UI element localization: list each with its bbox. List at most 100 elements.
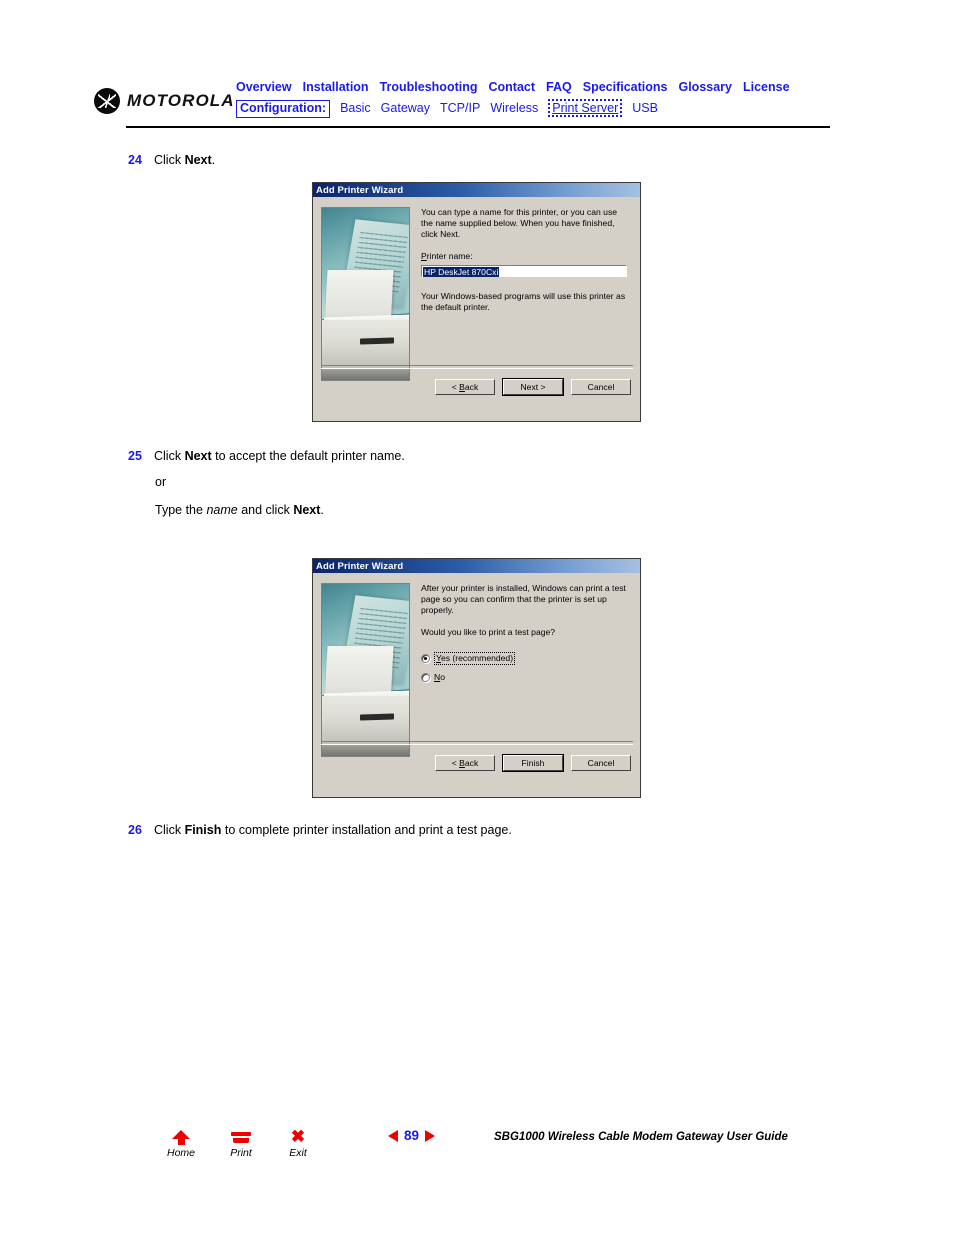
nav-configuration-label: Configuration: <box>236 100 331 118</box>
triangle-left-icon[interactable] <box>388 1129 398 1142</box>
dialog2-cancel-button[interactable]: Cancel <box>571 755 631 771</box>
nav-link-specifications[interactable]: Specifications <box>583 80 668 94</box>
step-25-line3-post: . <box>320 503 324 517</box>
dialog2-content: After your printer is installed, Windows… <box>421 583 629 690</box>
printer-name-value: HP DeskJet 870Cxi <box>423 266 500 277</box>
page-number: 89 <box>404 1128 420 1143</box>
dialog2-back-button[interactable]: < Back <box>435 755 495 771</box>
step-26-text-bold: Finish <box>184 823 222 837</box>
nav-primary-row: Overview Installation Troubleshooting Co… <box>236 80 836 94</box>
step-24: 24 Click Next. <box>128 151 215 169</box>
nav-link-print-server[interactable]: Print Server <box>548 99 623 117</box>
nav-link-overview[interactable]: Overview <box>236 80 292 94</box>
printer-name-input[interactable]: HP DeskJet 870Cxi <box>421 264 627 277</box>
footer-print-button[interactable]: Print <box>218 1128 264 1159</box>
photo-printer-shadow <box>322 368 409 380</box>
radio-no-rest: o <box>440 672 445 683</box>
footer-home-label: Home <box>166 1147 195 1159</box>
footer-print-label: Print <box>230 1147 252 1159</box>
step-26-text-post: to complete printer installation and pri… <box>221 823 512 837</box>
dialog1-title: Add Printer Wizard <box>316 184 404 196</box>
step-25-line1-bold: Next <box>184 449 212 463</box>
radio-option-yes-label: Yes (recommended) <box>434 651 516 666</box>
printer-icon <box>218 1128 264 1146</box>
dialog2-title: Add Printer Wizard <box>316 560 404 572</box>
dialog1-button-bar: < Back Next > Cancel <box>435 378 631 396</box>
header-divider <box>126 126 830 128</box>
step-25-line3-bold: Next <box>293 503 321 517</box>
test-page-radio-group: Yes (recommended) No <box>421 651 629 683</box>
step-24-text-post: . <box>211 153 216 167</box>
dialog1-paragraph-2: Your Windows-based programs will use thi… <box>421 290 626 313</box>
dialog2-button-bar: < Back Finish Cancel <box>435 754 631 772</box>
step-25-line1-pre: Click <box>154 449 185 463</box>
dialog2-body: After your printer is installed, Windows… <box>313 573 640 778</box>
step-24-text-bold: Next <box>184 153 212 167</box>
footer-exit-button[interactable]: ✖ Exit <box>275 1127 321 1160</box>
add-printer-wizard-dialog-test-page-step[interactable]: Add Printer Wizard After your printer is… <box>312 558 641 798</box>
triangle-right-icon[interactable] <box>425 1129 436 1142</box>
nav-link-faq[interactable]: FAQ <box>546 80 572 94</box>
nav-link-wireless[interactable]: Wireless <box>490 101 538 115</box>
add-printer-wizard-dialog-name-step[interactable]: Add Printer Wizard You can type a name f… <box>312 182 641 422</box>
nav-link-troubleshooting[interactable]: Troubleshooting <box>380 80 478 94</box>
footer-exit-label: Exit <box>289 1147 307 1159</box>
radio-option-yes[interactable]: Yes (recommended) <box>421 651 629 666</box>
printer-name-label-rest: rinter name: <box>426 250 473 261</box>
dialog1-back-button[interactable]: < Back <box>435 379 495 395</box>
photo-printer-slot <box>360 337 394 345</box>
step-25-line-1: Click Next to accept the default printer… <box>154 447 405 465</box>
dialog2-finish-button[interactable]: Finish <box>502 754 564 772</box>
top-navigation: Overview Installation Troubleshooting Co… <box>236 80 836 118</box>
footer-home-button[interactable]: Home <box>158 1128 204 1159</box>
nav-secondary-row: Configuration: Basic Gateway TCP/IP Wire… <box>236 99 836 118</box>
step-25-line3-pre: Type the <box>155 503 207 517</box>
step-25-line3-mid: and click <box>237 503 294 517</box>
dialog2-paragraph-2: Would you like to print a test page? <box>421 626 556 637</box>
dialog1-titlebar: Add Printer Wizard <box>313 183 640 197</box>
motorola-m-icon <box>94 88 120 114</box>
nav-link-gateway[interactable]: Gateway <box>381 101 430 115</box>
printer-photo-illustration <box>321 207 410 381</box>
step-24-text: Click Next. <box>154 151 215 169</box>
step-26-text-pre: Click <box>154 823 185 837</box>
dialog1-paragraph-1: You can type a name for this printer, or… <box>421 207 618 240</box>
radio-unselected-icon <box>421 673 430 683</box>
nav-link-contact[interactable]: Contact <box>489 80 536 94</box>
home-icon <box>158 1128 204 1146</box>
step-26-number: 26 <box>128 823 142 837</box>
dialog1-cancel-button[interactable]: Cancel <box>571 379 631 395</box>
dialog2-back-rest: ack <box>464 758 479 768</box>
nav-link-tcpip[interactable]: TCP/IP <box>440 101 480 115</box>
brand-wordmark: MOTOROLA <box>127 91 235 110</box>
step-25-line1-post: to accept the default printer name. <box>211 449 405 463</box>
close-x-icon: ✖ <box>290 1127 306 1146</box>
dialog2-titlebar: Add Printer Wizard <box>313 559 640 573</box>
step-25-line3-italic: name <box>206 503 238 517</box>
radio-option-no[interactable]: No <box>421 672 629 683</box>
printer-name-label: Printer name: <box>421 251 629 262</box>
dialog1-next-button[interactable]: Next > <box>502 378 564 396</box>
dialog1-content: You can type a name for this printer, or… <box>421 207 629 313</box>
step-25-line-3: Type the name and click Next. <box>155 503 324 517</box>
nav-link-basic[interactable]: Basic <box>340 101 371 115</box>
step-25: 25 Click Next to accept the default prin… <box>128 447 405 465</box>
nav-link-installation[interactable]: Installation <box>303 80 369 94</box>
step-24-number: 24 <box>128 153 142 167</box>
step-25-number: 25 <box>128 449 142 463</box>
radio-yes-rest: es (recommended) <box>440 652 514 663</box>
step-25-line-2: or <box>155 475 167 489</box>
page-header: MOTOROLA Overview Installation Troublesh… <box>0 0 954 135</box>
page-navigator: 89 <box>388 1128 436 1143</box>
nav-link-usb[interactable]: USB <box>632 101 658 115</box>
radio-option-no-label: No <box>434 672 445 683</box>
dialog1-body: You can type a name for this printer, or… <box>313 197 640 402</box>
step-26: 26 Click Finish to complete printer inst… <box>128 821 512 839</box>
printer-photo-illustration-2 <box>321 583 410 757</box>
step-26-text: Click Finish to complete printer install… <box>154 821 512 839</box>
motorola-logo: MOTOROLA <box>94 88 235 114</box>
dialog1-separator <box>321 365 633 369</box>
nav-link-glossary[interactable]: Glossary <box>678 80 732 94</box>
dialog2-separator <box>321 741 633 745</box>
nav-link-license[interactable]: License <box>743 80 790 94</box>
